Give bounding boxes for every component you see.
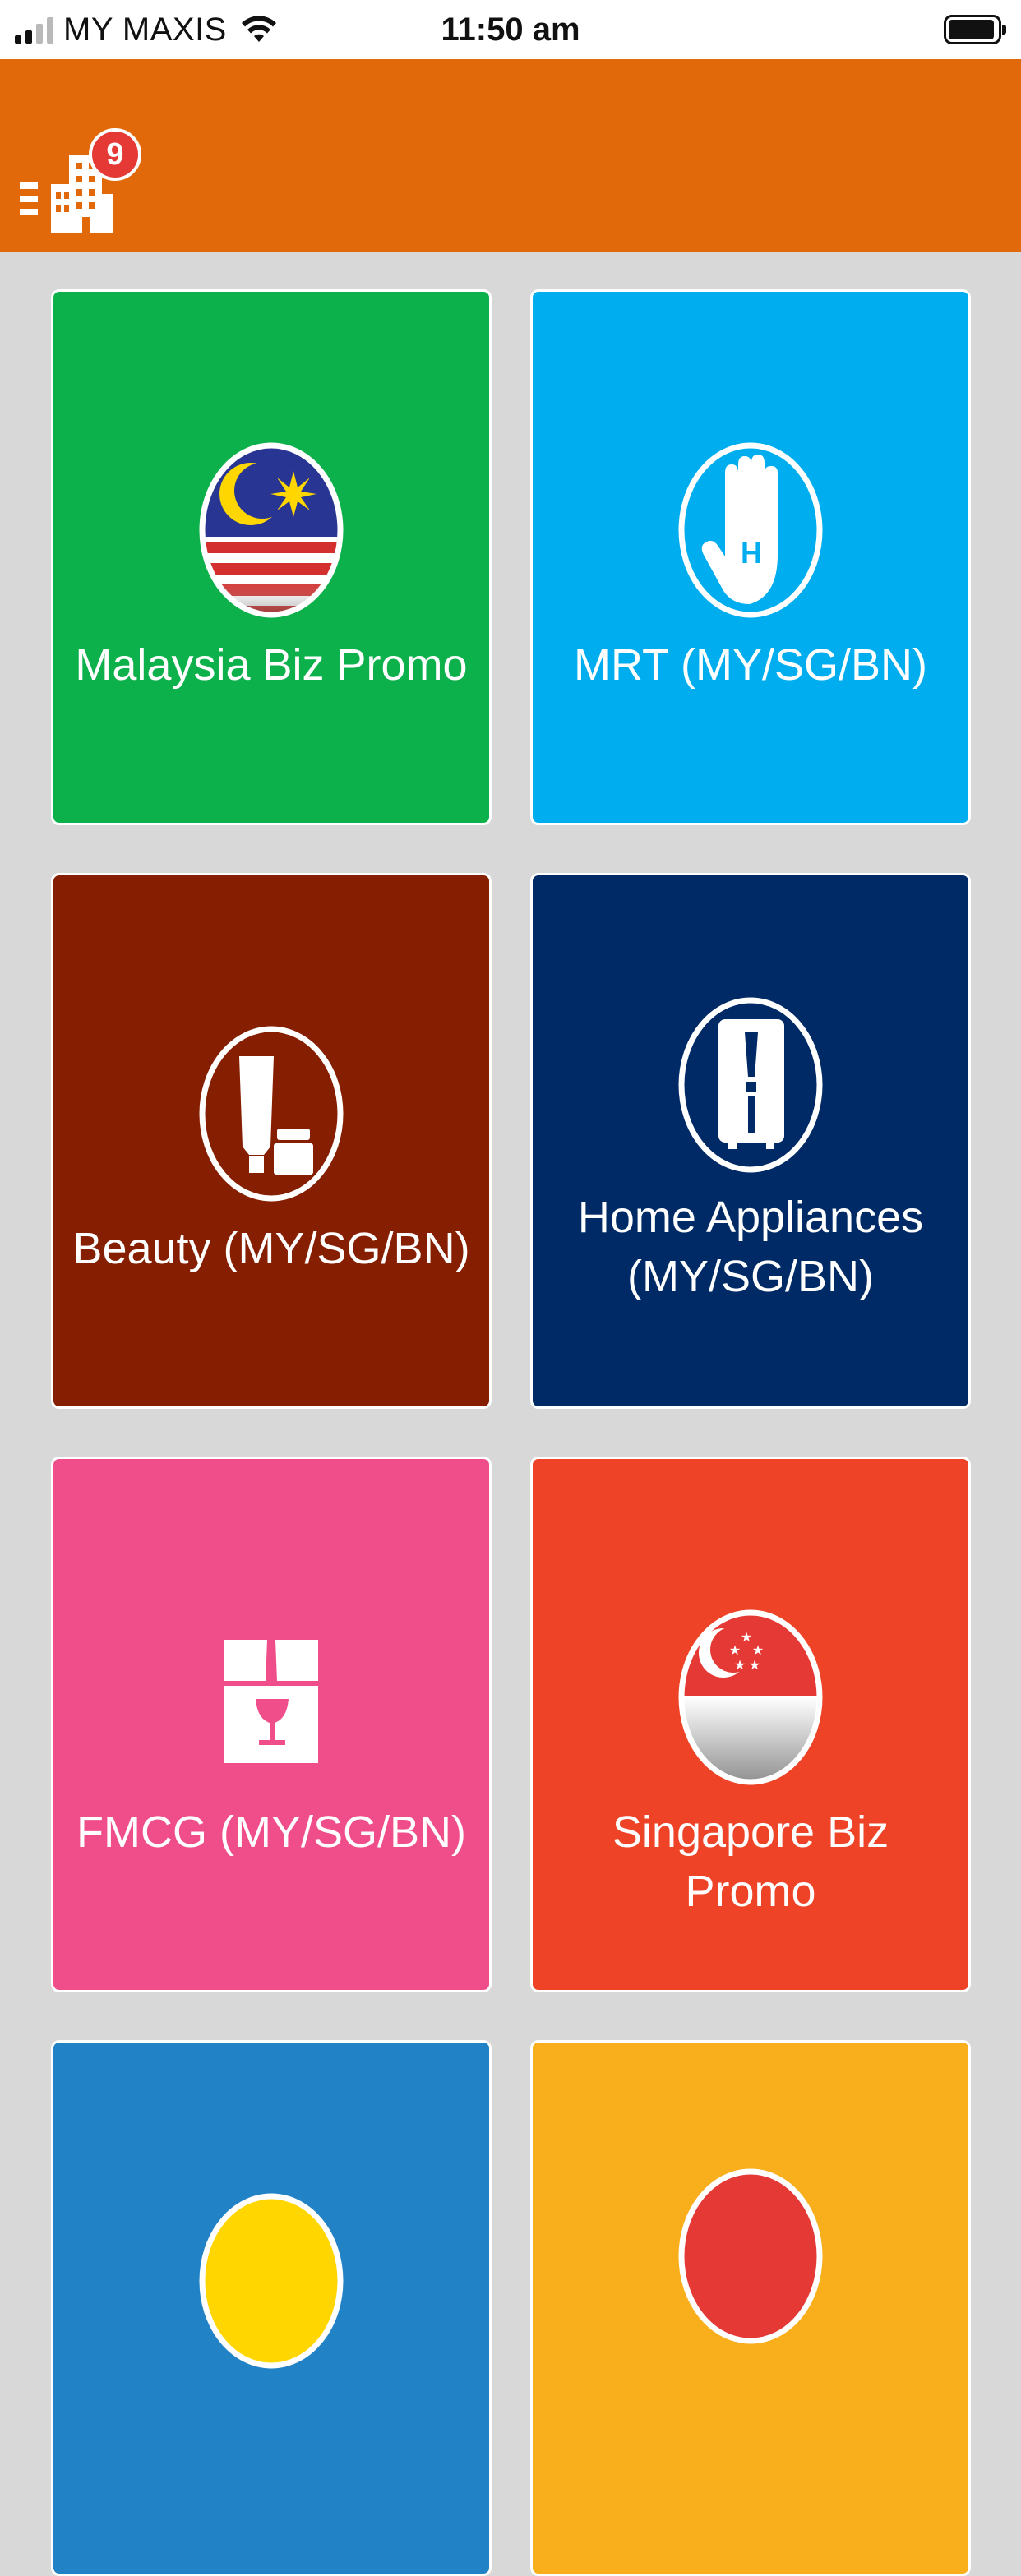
notification-badge: 9: [89, 128, 141, 181]
hamburger-icon: [20, 182, 38, 222]
partial-icon: [199, 2193, 344, 2369]
tile-singapore-biz-promo[interactable]: ★ ★ ★ ★ ★ Singapore Biz Promo: [530, 1457, 971, 1992]
tile-label: Singapore Biz Promo: [612, 1807, 889, 1916]
svg-text:★: ★: [734, 1657, 746, 1673]
singapore-flag-icon: ★ ★ ★ ★ ★: [678, 1609, 823, 1785]
tile-label: Malaysia Biz Promo: [75, 640, 468, 690]
battery-icon: [944, 15, 1006, 44]
tile-beauty[interactable]: Beauty (MY/SG/BN): [51, 873, 492, 1409]
tile-mrt[interactable]: H MRT (MY/SG/BN): [530, 289, 971, 825]
tile-partial-yellow[interactable]: [530, 2040, 971, 2576]
tile-home-appliances[interactable]: Home Appliances (MY/SG/BN): [530, 873, 971, 1409]
malaysia-flag-icon: [199, 442, 344, 618]
tile-label: MRT (MY/SG/BN): [573, 640, 928, 690]
status-time: 11:50 am: [441, 12, 580, 48]
cosmetics-icon: [199, 1026, 344, 1202]
menu-button[interactable]: 9: [16, 123, 141, 238]
tile-fmcg[interactable]: FMCG (MY/SG/BN): [51, 1457, 492, 1992]
svg-text:H: H: [741, 536, 762, 570]
hand-h-icon: H: [678, 442, 823, 618]
tile-label: Beauty (MY/SG/BN): [72, 1224, 470, 1273]
app-header: [0, 59, 1021, 252]
tile-label-line2: (MY/SG/BN): [626, 1252, 874, 1301]
tile-partial-blue[interactable]: [51, 2040, 492, 2576]
svg-text:★: ★: [741, 1629, 752, 1645]
tile-label: Home Appliances: [577, 1193, 924, 1242]
tile-malaysia-biz-promo[interactable]: Malaysia Biz Promo: [51, 289, 492, 825]
tile-label: FMCG (MY/SG/BN): [76, 1807, 466, 1857]
status-bar: MY MAXIS 11:50 am: [0, 0, 1021, 59]
refrigerator-icon: [678, 997, 823, 1173]
svg-text:★: ★: [752, 1642, 764, 1658]
svg-text:★: ★: [729, 1642, 741, 1658]
partial-icon: [678, 2168, 823, 2344]
wine-box-icon: [224, 1640, 318, 1763]
svg-text:★: ★: [749, 1657, 760, 1673]
